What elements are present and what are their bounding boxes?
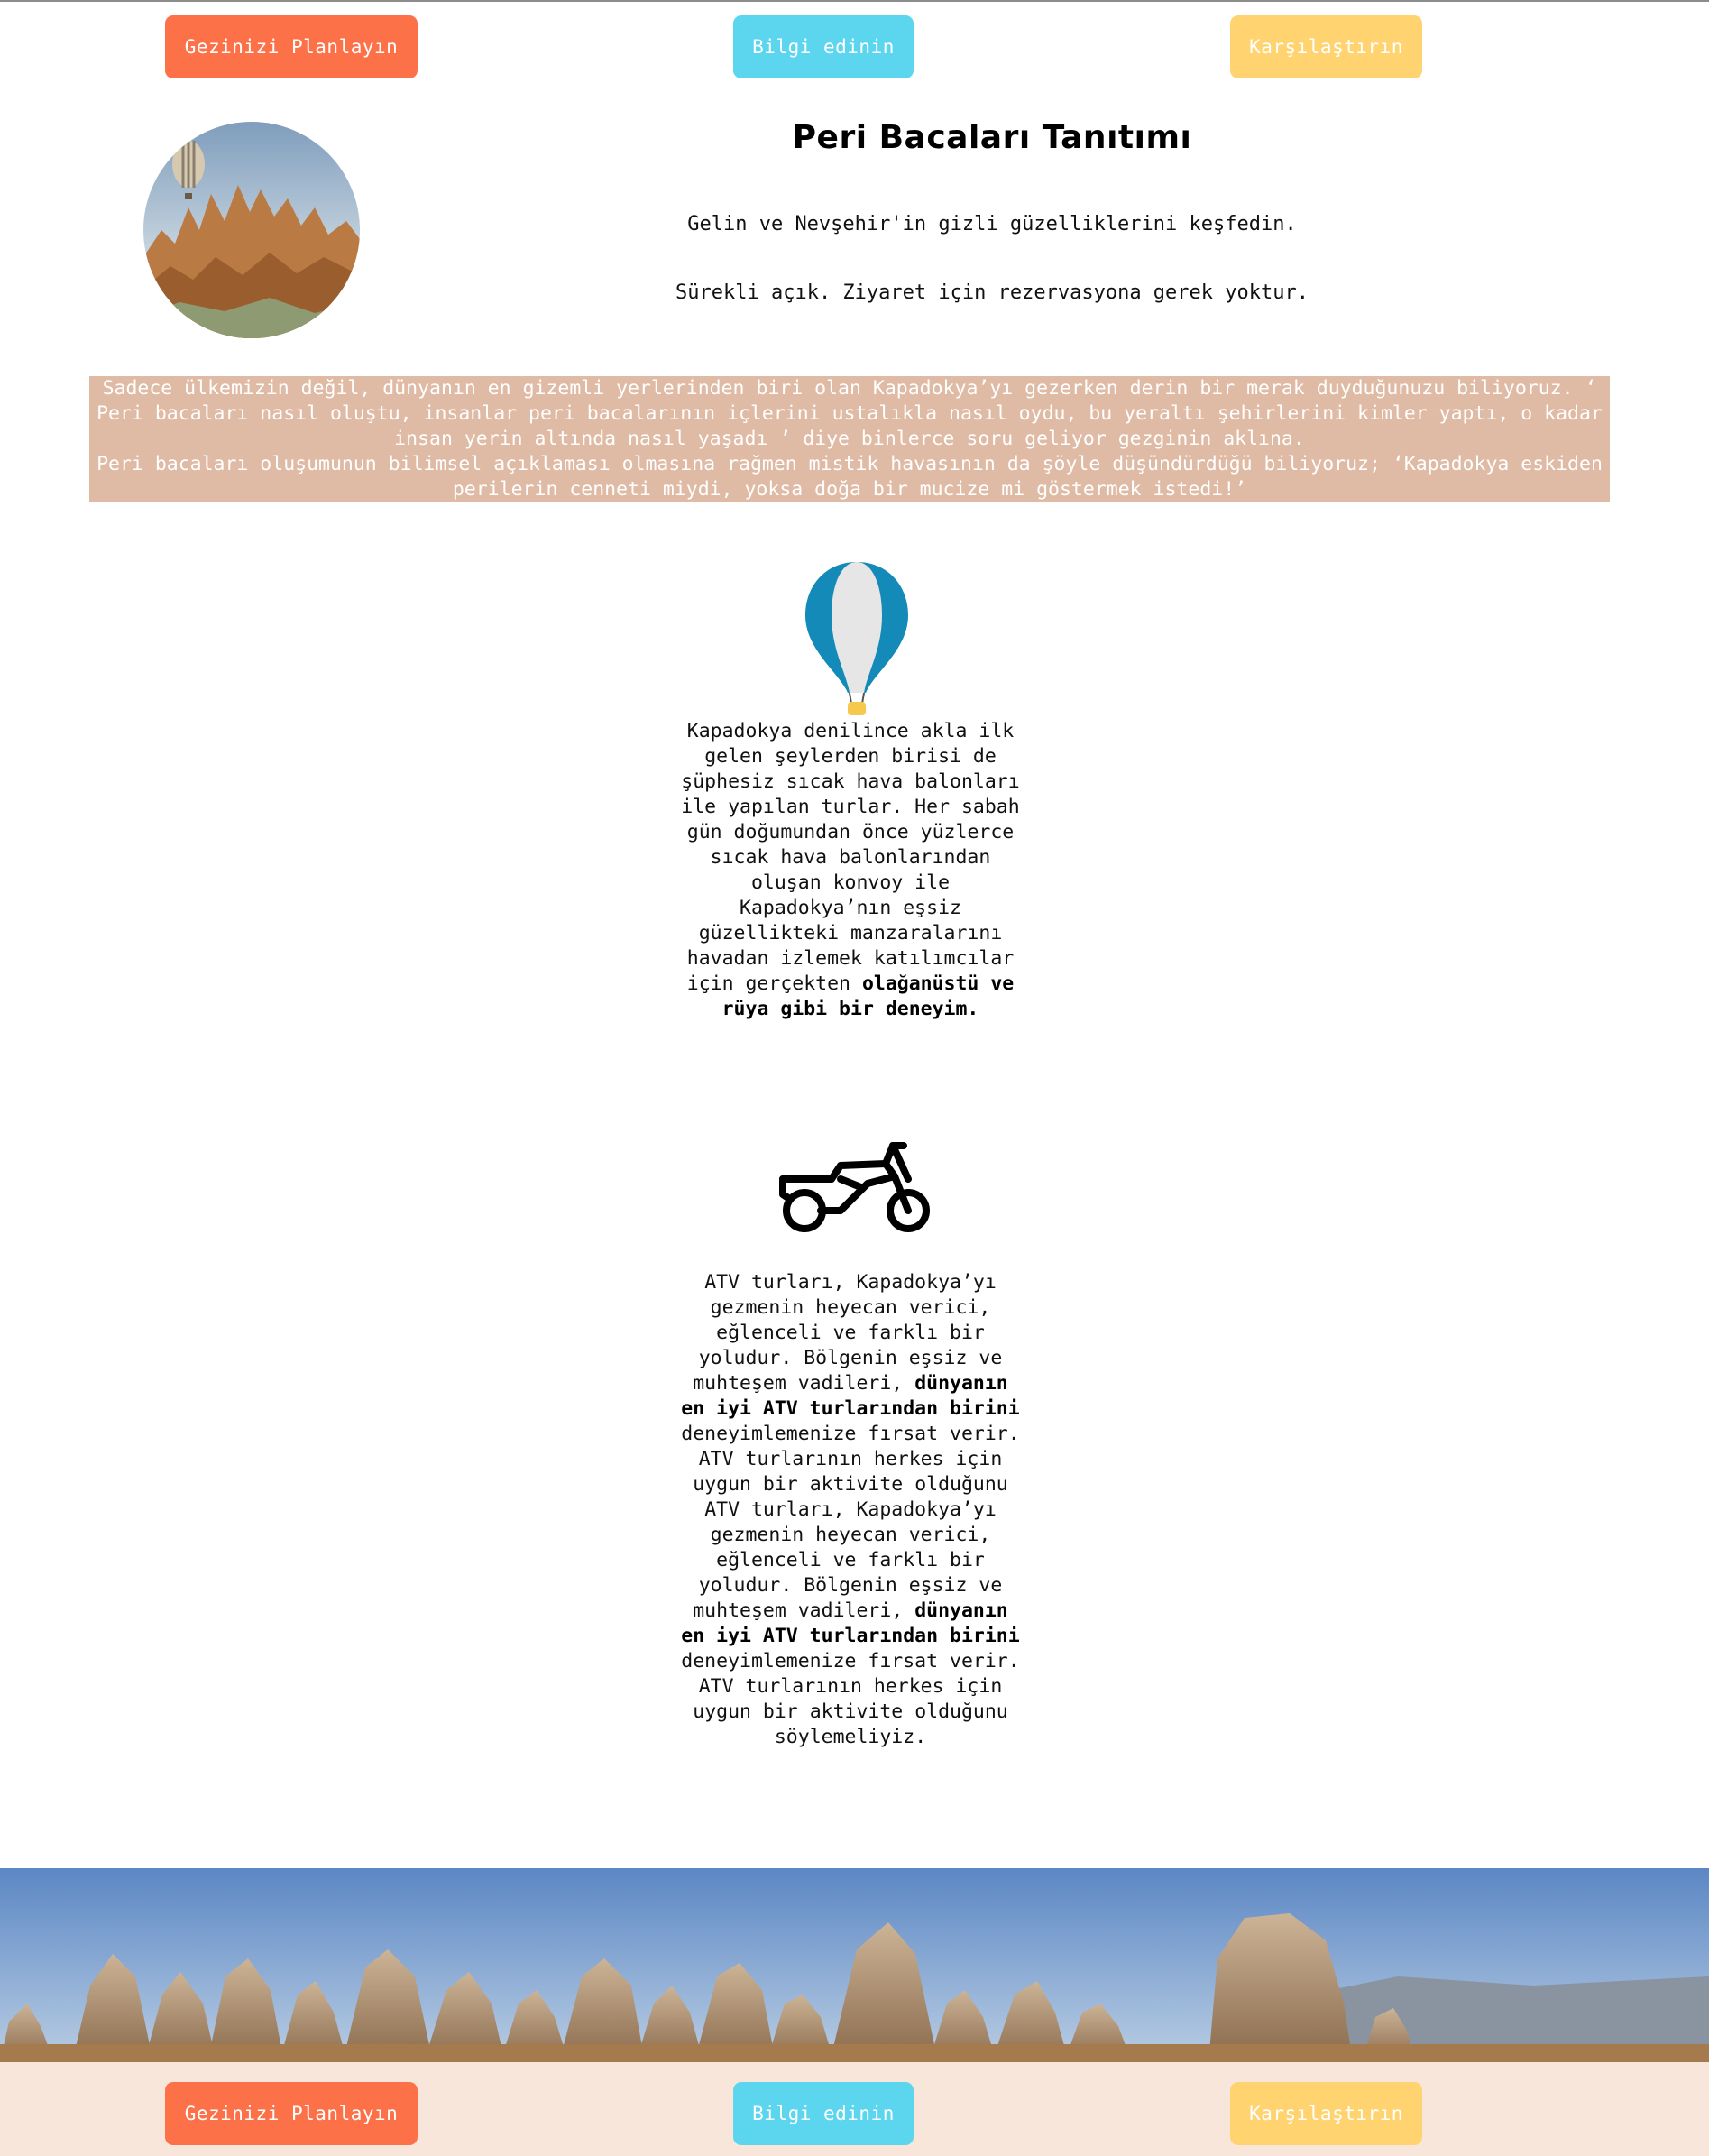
top-rule	[0, 0, 1709, 2]
fairy-chimneys-banner-image	[0, 1868, 1709, 2062]
feature-balloon-body: Kapadokya denilince akla ilk gelen şeyle…	[681, 720, 1020, 995]
get-info-button[interactable]: Bilgi edinin	[733, 15, 914, 78]
plan-trip-button[interactable]: Gezinizi Planlayın	[165, 15, 418, 78]
footer-plan-trip-button[interactable]: Gezinizi Planlayın	[165, 2082, 418, 2145]
intro-paragraph-2: Peri bacaları oluşumunun bilimsel açıkla…	[96, 453, 1603, 501]
compare-button[interactable]: Karşılaştırın	[1230, 15, 1422, 78]
subtitle-open: Sürekli açık. Ziyaret için rezervasyona …	[675, 281, 1309, 304]
footer-compare-button[interactable]: Karşılaştırın	[1230, 2082, 1422, 2145]
subtitle-discover: Gelin ve Nevşehir'in gizli güzelliklerin…	[687, 213, 1297, 235]
page-title: Peri Bacaları Tanıtımı	[792, 119, 1192, 156]
feature-balloon-text: Kapadokya denilince akla ilk gelen şeyle…	[679, 719, 1022, 1022]
feature-atv-body-b: deneyimlemenize fırsat verir. ATV turlar…	[681, 1423, 1020, 1496]
intro-box: Sadece ülkemizin değil, dünyanın en gize…	[89, 376, 1610, 502]
hot-air-balloon-icon	[803, 559, 911, 717]
feature-atv-body-d: deneyimlemenize fırsat verir. ATV turlar…	[681, 1650, 1020, 1748]
footer: Gezinizi Planlayın Bilgi edinin Karşılaş…	[0, 2062, 1709, 2156]
motorcycle-icon	[777, 1138, 935, 1238]
cappadocia-hero-image	[143, 122, 360, 338]
feature-atv-text: ATV turları, Kapadokya’yı gezmenin heyec…	[679, 1270, 1022, 1750]
intro-paragraph-1: Sadece ülkemizin değil, dünyanın en gize…	[96, 377, 1603, 450]
footer-get-info-button[interactable]: Bilgi edinin	[733, 2082, 914, 2145]
